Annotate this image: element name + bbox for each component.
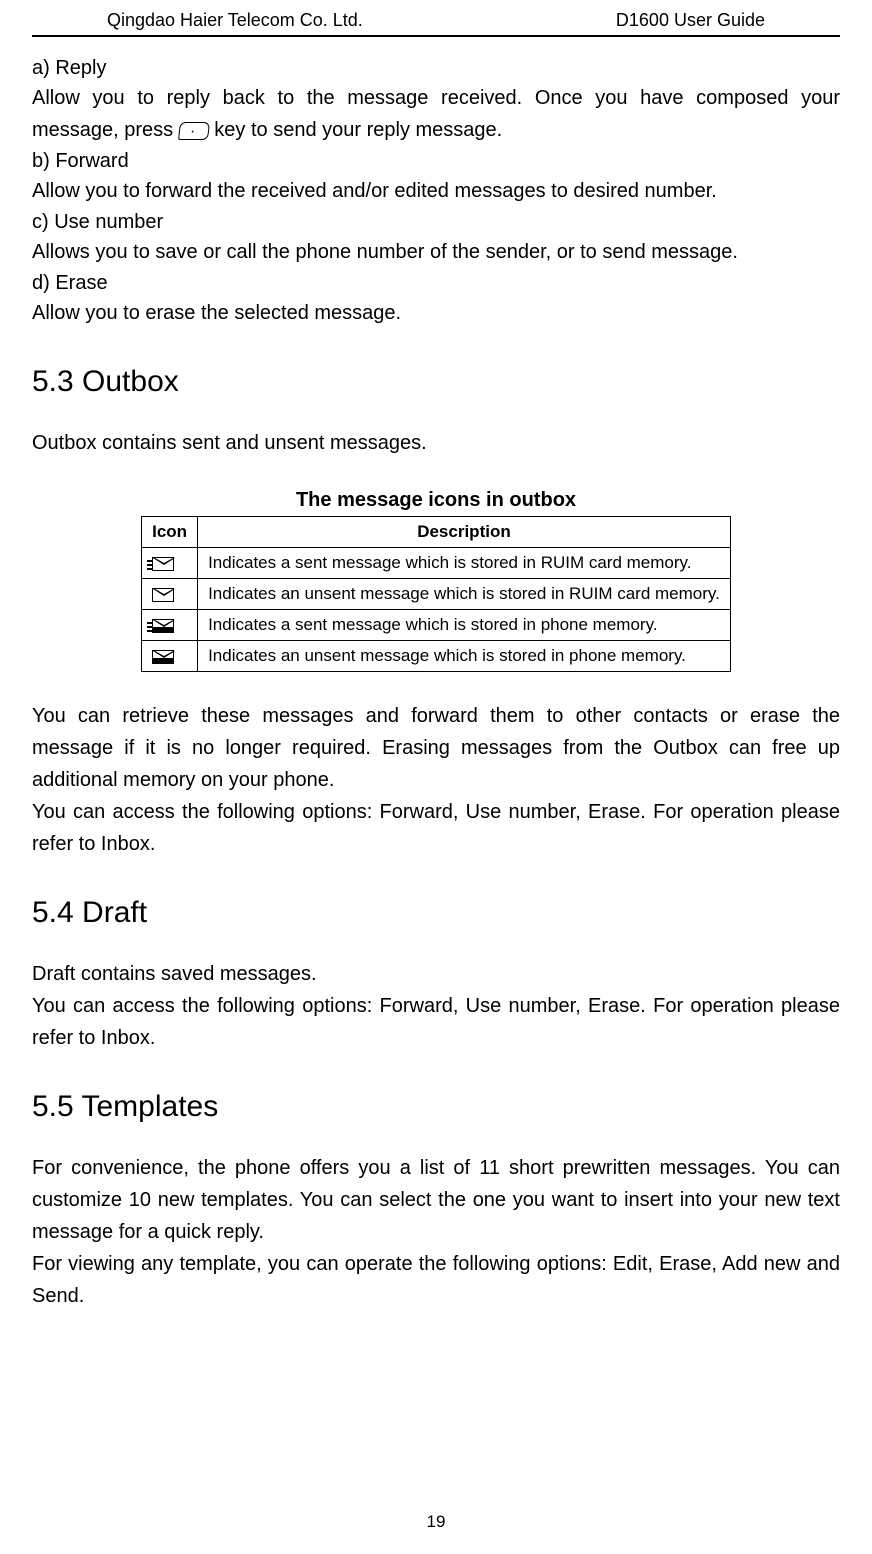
table-header-row: Icon Description <box>142 517 731 548</box>
heading-templates: 5.5 Templates <box>32 1090 840 1124</box>
outbox-para2: You can access the following options: Fo… <box>32 796 840 860</box>
table-row: Indicates a sent message which is stored… <box>142 548 731 579</box>
draft-para1: Draft contains saved messages. <box>32 958 840 990</box>
subheading-use-number: c) Use number <box>32 211 840 234</box>
desc-cell: Indicates an unsent message which is sto… <box>198 579 731 610</box>
desc-cell: Indicates an unsent message which is sto… <box>198 641 731 672</box>
outbox-para1: You can retrieve these messages and forw… <box>32 700 840 796</box>
outbox-table-title: The message icons in outbox <box>32 489 840 512</box>
heading-draft: 5.4 Draft <box>32 896 840 930</box>
page-number: 19 <box>0 1512 872 1532</box>
draft-para2: You can access the following options: Fo… <box>32 990 840 1054</box>
th-description: Description <box>198 517 731 548</box>
outbox-intro: Outbox contains sent and unsent messages… <box>32 427 840 459</box>
envelope-sent-phone-icon <box>152 619 174 633</box>
use-number-text: Allows you to save or call the phone num… <box>32 236 840 268</box>
templates-para1: For convenience, the phone offers you a … <box>32 1152 840 1248</box>
outbox-icons-table: Icon Description Indicates a sent messag… <box>141 516 731 672</box>
subheading-forward: b) Forward <box>32 150 840 173</box>
icon-unsent-ruim <box>142 579 198 610</box>
envelope-phone-icon <box>152 650 174 664</box>
templates-para2: For viewing any template, you can operat… <box>32 1248 840 1312</box>
table-row: Indicates a sent message which is stored… <box>142 610 731 641</box>
page-header: Qingdao Haier Telecom Co. Ltd. D1600 Use… <box>32 0 840 37</box>
desc-cell: Indicates a sent message which is stored… <box>198 610 731 641</box>
erase-text: Allow you to erase the selected message. <box>32 297 840 329</box>
icon-sent-phone <box>142 610 198 641</box>
subheading-reply: a) Reply <box>32 57 840 80</box>
icon-sent-ruim <box>142 548 198 579</box>
reply-text: Allow you to reply back to the message r… <box>32 82 840 146</box>
heading-outbox: 5.3 Outbox <box>32 365 840 399</box>
subheading-erase: d) Erase <box>32 272 840 295</box>
send-key-icon <box>178 122 210 140</box>
icon-unsent-phone <box>142 641 198 672</box>
header-right: D1600 User Guide <box>616 10 765 31</box>
header-left: Qingdao Haier Telecom Co. Ltd. <box>107 10 363 31</box>
table-row: Indicates an unsent message which is sto… <box>142 641 731 672</box>
envelope-sent-icon <box>152 557 174 571</box>
page-content: a) Reply Allow you to reply back to the … <box>32 37 840 1312</box>
forward-text: Allow you to forward the received and/or… <box>32 175 840 207</box>
reply-text-after: key to send your reply message. <box>214 119 502 141</box>
th-icon: Icon <box>142 517 198 548</box>
table-row: Indicates an unsent message which is sto… <box>142 579 731 610</box>
envelope-icon <box>152 588 174 602</box>
desc-cell: Indicates a sent message which is stored… <box>198 548 731 579</box>
